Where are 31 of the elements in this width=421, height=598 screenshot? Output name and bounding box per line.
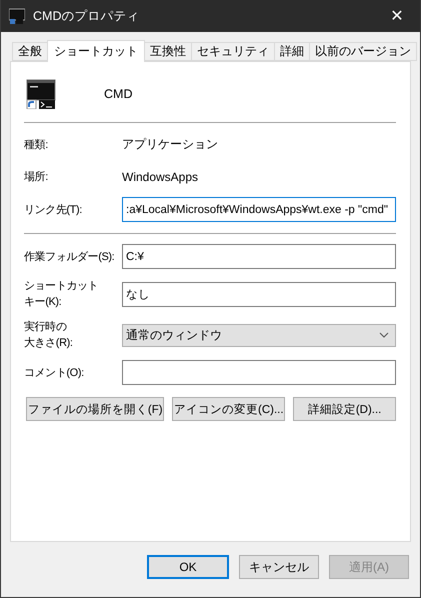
input-field[interactable]: :a¥Local¥Microsoft¥WindowsApps¥wt.exe -p "cmd" [122,197,396,222]
dropdown[interactable]: 通常のウィンドウ [122,324,396,346]
field-label: 場所: [24,170,49,184]
action-button[interactable]: 詳細設定(D)... [293,397,396,421]
field-label: 種類: [24,138,49,152]
field-value: WindowsApps [122,170,198,184]
console-shortcut-icon [26,79,56,109]
console-icon [9,8,25,24]
field-label: ショートカット キー(K): [24,279,100,310]
chevron-down-icon [379,332,389,338]
action-button[interactable]: ファイルの場所を開く(F) [26,397,164,421]
shortcut-name: CMD [104,87,132,101]
tab[interactable]: 以前のバージョン [309,42,417,61]
field-label: 実行時の 大きさ(R): [24,320,74,351]
input-field[interactable]: C:¥ [122,244,396,269]
action-button[interactable]: アイコンの変更(C)... [172,397,286,421]
field-label: コメント(O): [24,366,85,380]
tab[interactable]: 互換性 [144,42,192,61]
close-button[interactable]: ✕ [374,0,420,32]
tab[interactable]: ショートカット [47,40,145,62]
input-field[interactable] [122,360,396,385]
dialog-button[interactable]: OK [147,555,229,579]
tab[interactable]: セキュリティ [191,42,275,61]
tab[interactable]: 全般 [12,42,48,61]
field-label: リンク先(T): [24,202,83,218]
window-title: CMDのプロパティ [33,8,140,24]
field-label: 作業フォルダー(S): [24,250,116,264]
field-value: アプリケーション [122,136,218,153]
dialog-button[interactable]: キャンセル [239,555,319,579]
input-field[interactable]: なし [122,282,396,306]
tab[interactable]: 詳細 [274,42,310,61]
